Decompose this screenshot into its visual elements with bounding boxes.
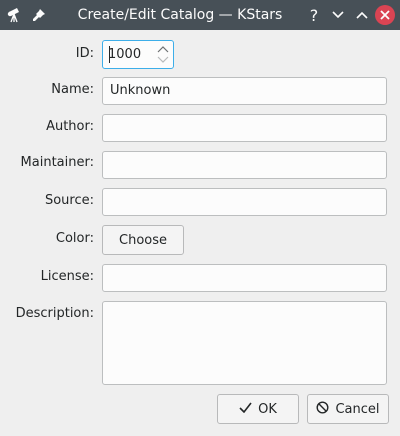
maximize-icon[interactable] [352, 5, 372, 25]
maintainer-field[interactable] [102, 151, 387, 179]
source-label: Source: [44, 193, 94, 208]
close-icon[interactable] [375, 5, 395, 25]
choose-color-button[interactable]: Choose [102, 225, 184, 255]
description-field[interactable] [102, 301, 387, 385]
cancel-icon [316, 400, 329, 418]
help-icon[interactable]: ? [304, 5, 324, 25]
name-label: Name: [51, 82, 94, 97]
author-label: Author: [46, 119, 94, 134]
spin-arrows-icon[interactable] [156, 43, 170, 66]
cancel-label: Cancel [335, 401, 380, 417]
pin-icon[interactable] [28, 4, 50, 26]
license-field[interactable] [102, 264, 387, 292]
choose-color-label: Choose [119, 232, 167, 248]
author-field[interactable] [102, 114, 387, 142]
source-field[interactable] [102, 188, 387, 216]
name-value: Unknown [110, 83, 171, 98]
ok-label: OK [258, 401, 277, 417]
check-icon [239, 402, 252, 417]
cancel-button[interactable]: Cancel [307, 394, 389, 424]
id-value: 1000 [108, 47, 142, 62]
ok-button[interactable]: OK [217, 394, 299, 424]
minimize-icon[interactable] [328, 5, 348, 25]
description-label: Description: [15, 306, 94, 321]
maintainer-label: Maintainer: [20, 155, 94, 170]
id-spinbox[interactable]: 1000 [102, 40, 174, 69]
license-label: License: [40, 269, 94, 284]
window-titlebar: Create/Edit Catalog — KStars ? [0, 0, 400, 30]
id-label: ID: [75, 46, 94, 61]
name-field[interactable]: Unknown [102, 77, 387, 105]
window-title: Create/Edit Catalog — KStars [77, 7, 283, 23]
kstars-telescope-icon[interactable] [4, 4, 26, 26]
color-label: Color: [55, 231, 94, 246]
